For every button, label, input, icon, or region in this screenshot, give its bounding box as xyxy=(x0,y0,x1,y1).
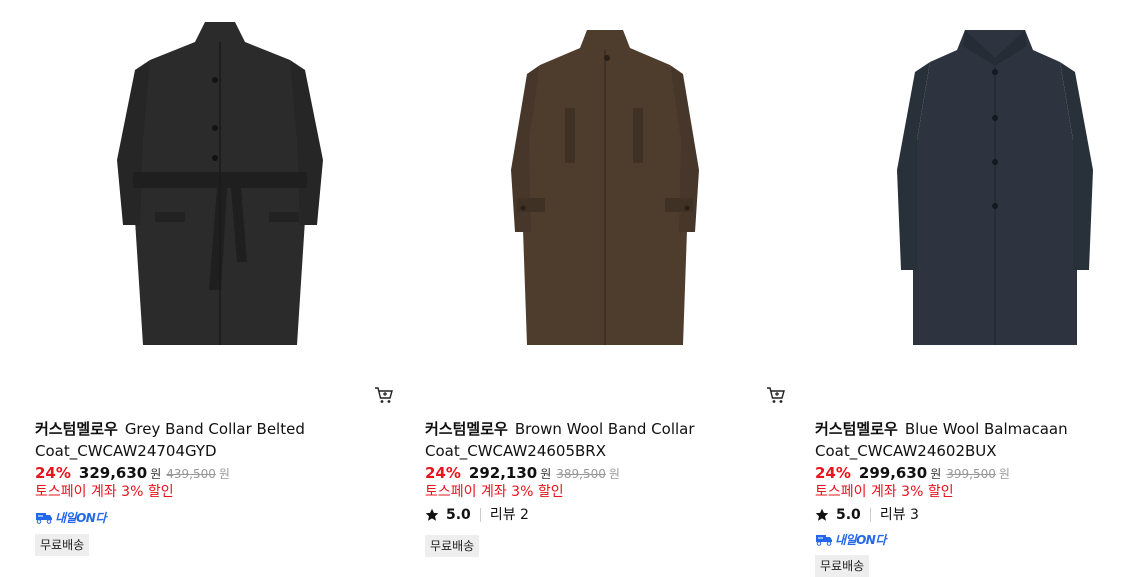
product-title[interactable]: 커스텀멜로우 Blue Wool Balmacaan Coat_CWCAW2460… xyxy=(815,418,1126,462)
price-row: 24% 329,630 원 439,500 원 xyxy=(35,463,230,483)
shipping-badge: 무료배송 xyxy=(35,534,90,556)
discount-rate: 24% xyxy=(815,464,851,482)
star-icon xyxy=(425,508,439,521)
original-price: 399,500 xyxy=(946,467,996,481)
brand-name[interactable]: 커스텀멜로우 xyxy=(815,420,898,438)
brand-name[interactable]: 커스텀멜로우 xyxy=(35,420,118,438)
price-row: 24% 292,130 원 389,500 원 xyxy=(425,463,620,483)
sale-price: 292,130 xyxy=(468,464,538,482)
coat-image xyxy=(117,22,323,345)
price-row: 24% 299,630 원 399,500 원 xyxy=(815,463,1010,483)
cart-icon[interactable] xyxy=(374,386,394,404)
onda-badge: 내일ON다 xyxy=(35,508,106,526)
original-currency: 원 xyxy=(998,467,1010,481)
coat-image xyxy=(897,30,1093,345)
currency: 원 xyxy=(930,467,942,481)
promo-text: 토스페이 계좌 3% 할인 xyxy=(815,484,954,500)
delivery-truck-icon xyxy=(816,535,832,546)
product-card[interactable]: 커스텀멜로우 Blue Wool Balmacaan Coat_CWCAW2460… xyxy=(767,0,1126,577)
discount-rate: 24% xyxy=(35,464,71,482)
product-image-grey-belted-coat[interactable] xyxy=(35,0,395,370)
onda-label: 내일ON다 xyxy=(55,510,106,525)
onda-label: 내일ON다 xyxy=(835,532,886,547)
product-card[interactable]: 커스텀멜로우 Grey Band Collar Belted Coat_CWCAW… xyxy=(35,0,395,573)
currency: 원 xyxy=(540,467,552,481)
original-currency: 원 xyxy=(608,467,620,481)
product-title[interactable]: 커스텀멜로우 Brown Wool Band Collar Coat_CWCAW2… xyxy=(425,418,765,462)
review-count[interactable]: 리뷰 2 xyxy=(490,505,529,525)
star-icon xyxy=(815,508,829,521)
discount-rate: 24% xyxy=(425,464,461,482)
original-currency: 원 xyxy=(218,467,230,481)
currency: 원 xyxy=(150,467,162,481)
rating-value: 5.0 xyxy=(446,507,471,523)
product-title[interactable]: 커스텀멜로우 Grey Band Collar Belted Coat_CWCAW… xyxy=(35,418,375,462)
rating-divider xyxy=(479,508,481,522)
brand-name[interactable]: 커스텀멜로우 xyxy=(425,420,508,438)
rating-divider xyxy=(869,508,871,522)
onda-badge: 내일ON다 xyxy=(815,530,886,548)
delivery-truck-icon xyxy=(36,513,52,524)
product-card[interactable]: 커스텀멜로우 Brown Wool Band Collar Coat_CWCAW2… xyxy=(425,0,785,573)
original-price: 389,500 xyxy=(556,467,606,481)
coat-image xyxy=(511,30,699,345)
review-count[interactable]: 리뷰 3 xyxy=(880,505,919,525)
rating-row: 5.0 리뷰 2 xyxy=(425,505,529,525)
sale-price: 329,630 xyxy=(78,464,148,482)
cart-icon[interactable] xyxy=(766,386,786,404)
product-image-brown-band-collar-coat[interactable] xyxy=(425,0,785,370)
shipping-badge: 무료배송 xyxy=(425,535,480,557)
rating-value: 5.0 xyxy=(836,507,861,523)
rating-row: 5.0 리뷰 3 xyxy=(815,505,919,525)
sale-price: 299,630 xyxy=(858,464,928,482)
product-image-blue-balmacaan-coat[interactable] xyxy=(815,0,1126,370)
shipping-badge: 무료배송 xyxy=(815,555,870,577)
promo-text: 토스페이 계좌 3% 할인 xyxy=(425,484,564,500)
promo-text: 토스페이 계좌 3% 할인 xyxy=(35,484,174,500)
original-price: 439,500 xyxy=(166,467,216,481)
